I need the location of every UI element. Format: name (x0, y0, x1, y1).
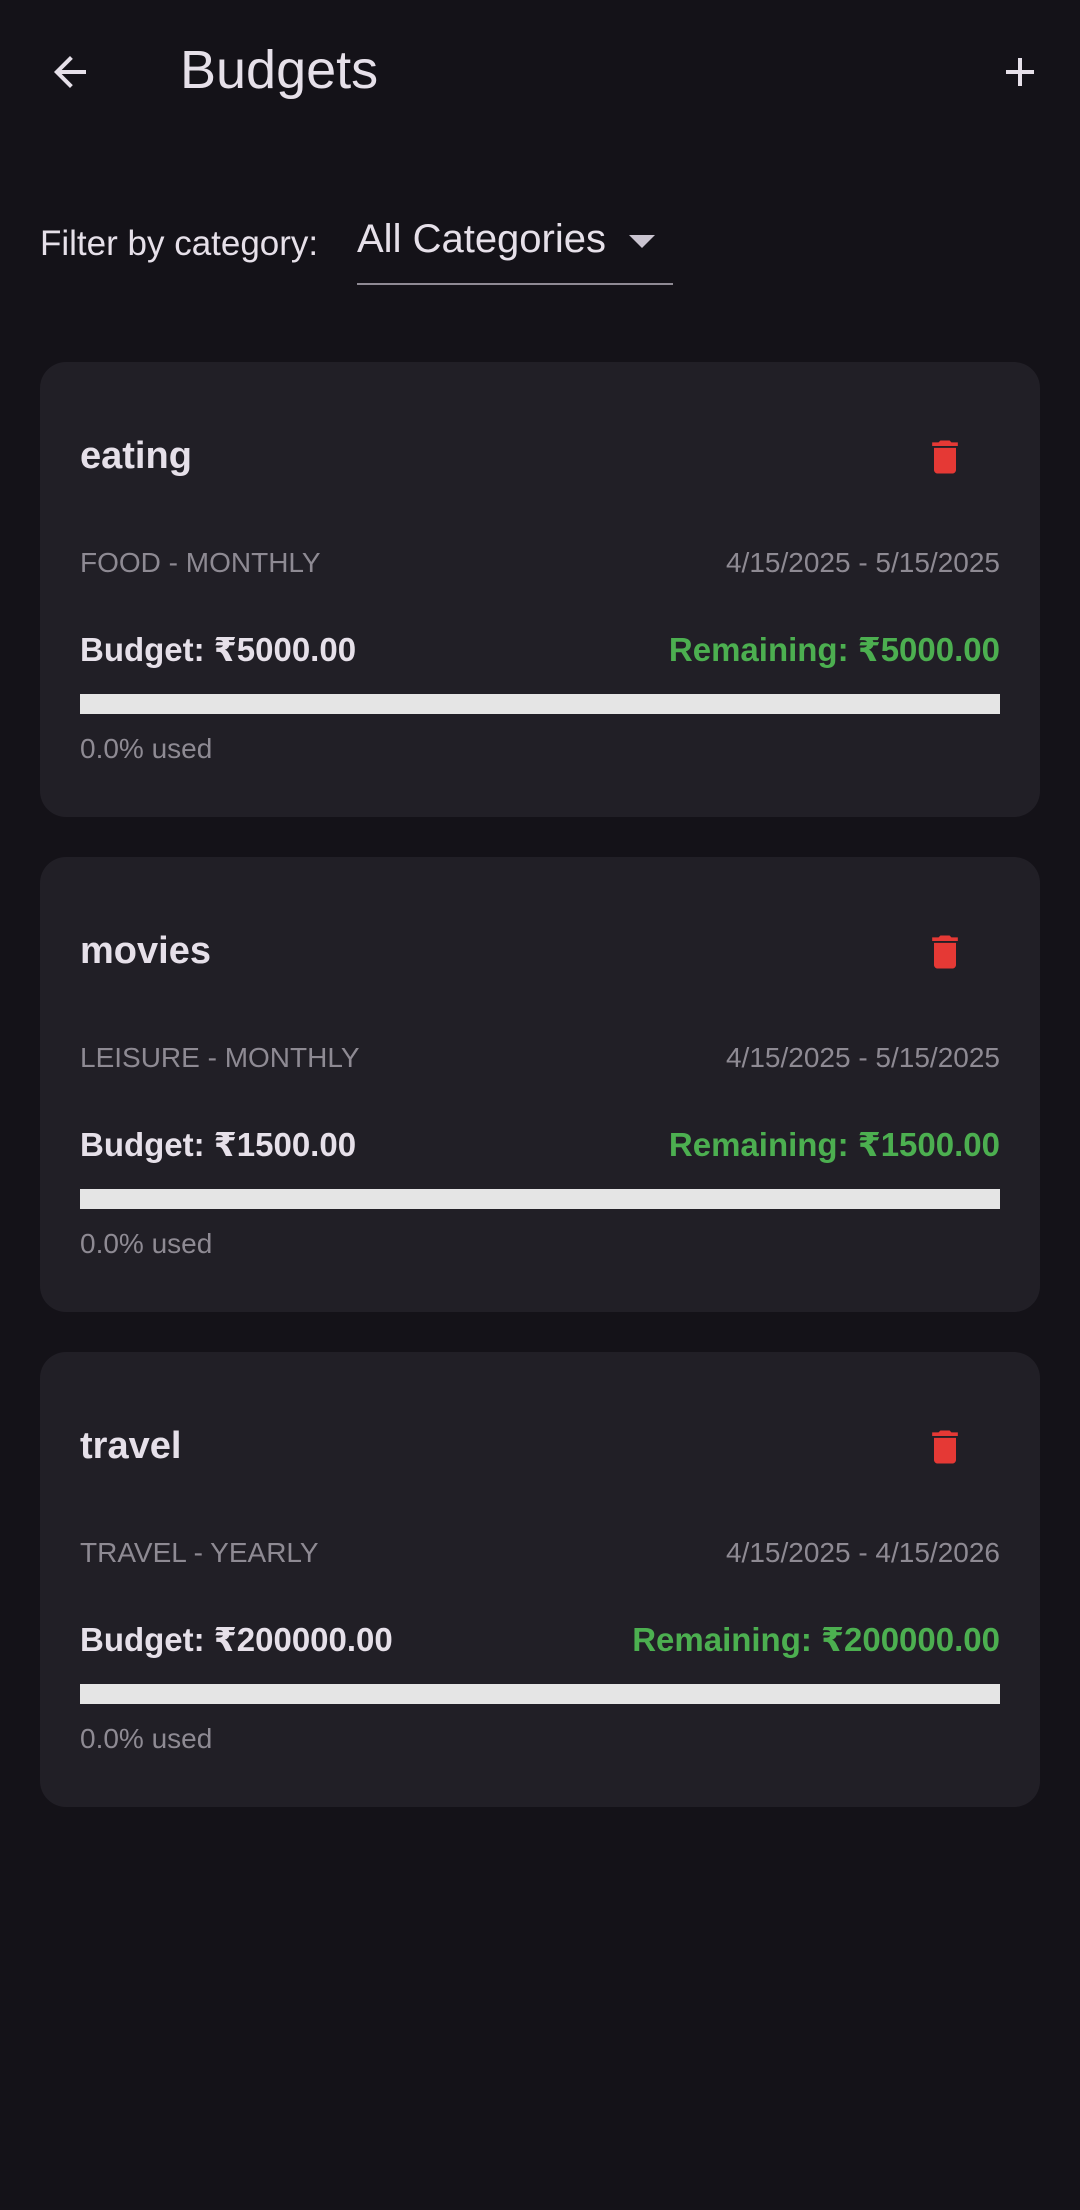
page-title: Budgets (180, 40, 379, 100)
budget-date-range: 4/15/2025 - 5/15/2025 (725, 547, 1000, 578)
budget-card: travel TRAVEL - YEARLY 4/15/2025 - 4/15/… (40, 1352, 1040, 1807)
budget-amount: Budget: ₹200000.00 (80, 1621, 393, 1658)
budget-date-range: 4/15/2025 - 5/15/2025 (725, 1042, 1000, 1073)
budget-card: eating FOOD - MONTHLY 4/15/2025 - 5/15/2… (40, 362, 1040, 817)
budget-progress-bar (80, 1684, 1000, 1704)
budget-name: eating (80, 435, 192, 477)
budget-category-period: FOOD - MONTHLY (80, 547, 321, 578)
delete-budget-button[interactable] (910, 1412, 980, 1482)
arrow-back-icon (54, 56, 86, 88)
budget-used-percent: 0.0% used (80, 733, 213, 764)
budget-amount: Budget: ₹1500.00 (80, 1126, 357, 1163)
add-icon (1006, 58, 1034, 86)
delete-budget-button[interactable] (910, 917, 980, 987)
budget-progress-bar (80, 694, 1000, 714)
category-dropdown[interactable]: All Categories (357, 205, 673, 285)
budget-amount: Budget: ₹5000.00 (80, 631, 357, 668)
category-dropdown-value: All Categories (357, 217, 607, 261)
trash-icon (932, 935, 958, 969)
budget-used-percent: 0.0% used (80, 1228, 213, 1259)
budget-used-percent: 0.0% used (80, 1723, 213, 1754)
budget-name: travel (80, 1425, 182, 1467)
budget-remaining: Remaining: ₹5000.00 (668, 631, 1000, 668)
add-budget-button[interactable] (980, 32, 1060, 112)
category-filter-row: Filter by category: All Categories (40, 205, 1040, 285)
dropdown-arrow-icon (629, 235, 655, 248)
filter-label: Filter by category: (40, 224, 319, 263)
budget-category-period: TRAVEL - YEARLY (80, 1537, 319, 1568)
trash-icon (932, 440, 958, 474)
back-button[interactable] (30, 32, 110, 112)
delete-budget-button[interactable] (910, 422, 980, 492)
trash-icon (932, 1430, 958, 1464)
budget-remaining: Remaining: ₹1500.00 (668, 1126, 1000, 1163)
budget-date-range: 4/15/2025 - 4/15/2026 (725, 1537, 1000, 1568)
budget-card: movies LEISURE - MONTHLY 4/15/2025 - 5/1… (40, 857, 1040, 1312)
budget-name: movies (80, 930, 211, 972)
budget-remaining: Remaining: ₹200000.00 (632, 1621, 1000, 1658)
budget-progress-bar (80, 1189, 1000, 1209)
app-bar: Budgets (0, 0, 1080, 142)
budget-category-period: LEISURE - MONTHLY (80, 1042, 360, 1073)
